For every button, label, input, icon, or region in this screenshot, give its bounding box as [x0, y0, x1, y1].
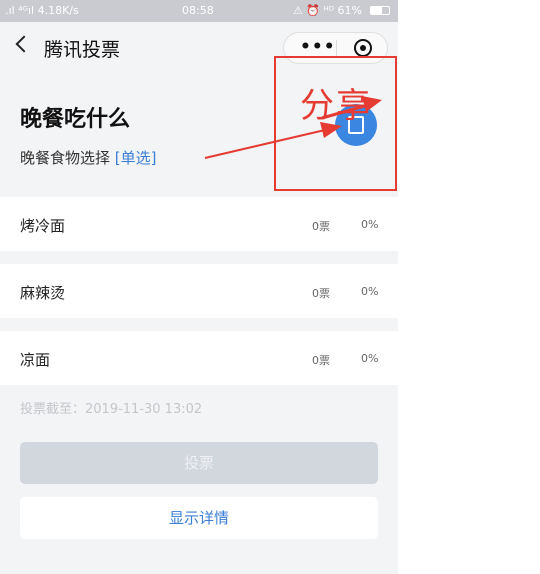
phone-screen: .ıl ⁴ᴳıl 4.18K/s 08:58 ⚠ ⏰ ᴴᴰ 61% 腾讯投票 •…	[0, 0, 398, 574]
annotation-label: 分享	[300, 86, 372, 126]
